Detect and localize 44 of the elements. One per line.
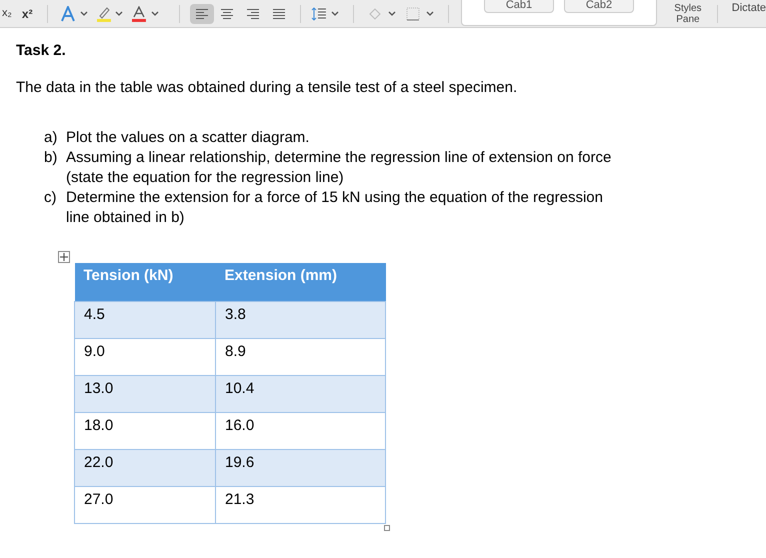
table-cell: 4.5 <box>74 301 216 338</box>
table-cell: 21.3 <box>216 486 386 523</box>
column-header: Extension (mm) <box>216 263 386 301</box>
align-left-icon[interactable] <box>195 8 210 20</box>
align-left-button[interactable] <box>190 4 214 24</box>
table-cell: 18.0 <box>74 412 216 449</box>
table-cell: 8.9 <box>216 338 386 375</box>
caret-icon <box>80 11 88 16</box>
question-label: c) <box>44 188 58 208</box>
borders-icon[interactable] <box>406 6 420 20</box>
question-label: b) <box>44 148 58 168</box>
dictate-button[interactable]: Dictate <box>732 0 766 17</box>
caret-icon <box>151 11 160 16</box>
superscript-button[interactable]: x² <box>22 4 33 22</box>
text-effects-icon[interactable] <box>60 6 76 22</box>
caret-icon <box>331 11 340 16</box>
table-cell: 9.0 <box>74 338 216 375</box>
subscript-button[interactable]: x₂ <box>2 5 16 22</box>
align-justify-icon[interactable] <box>272 8 286 20</box>
table-resize-handle[interactable] <box>384 524 390 530</box>
caret-icon <box>115 11 124 16</box>
table-cell: 13.0 <box>74 375 216 412</box>
table-cell: 22.0 <box>74 449 216 486</box>
question-text: Plot the values on a scatter diagram. <box>66 128 310 148</box>
intro-text: The data in the table was obtained during a tensile test of a steel specimen. <box>16 79 518 97</box>
styles-pane-button[interactable]: Styles Pane <box>669 2 707 24</box>
column-header: Tension (kN) <box>74 263 216 301</box>
align-center-icon[interactable] <box>220 8 234 20</box>
highlighter-icon[interactable] <box>96 6 112 22</box>
question-text: Determine the extension for a force of 15 kN using the equation of the regression line obtained in b) <box>66 188 604 228</box>
font-color-icon[interactable] <box>131 6 148 22</box>
align-right-icon[interactable] <box>246 8 260 20</box>
table-cell: 3.8 <box>216 301 386 338</box>
table-cell: 10.4 <box>216 375 386 412</box>
caret-icon <box>426 11 434 16</box>
caret-icon <box>388 11 396 16</box>
table-cell: 27.0 <box>74 486 216 523</box>
table-cell: 16.0 <box>216 412 386 449</box>
task-heading: Task 2. <box>16 42 67 60</box>
line-spacing-icon[interactable] <box>311 6 328 20</box>
question-text: Assuming a linear relationship, determine the regression line of extension on force (state the equation for the regression line) <box>66 148 612 188</box>
table-cell: 19.6 <box>216 449 386 486</box>
question-label: a) <box>44 128 58 148</box>
table-move-handle-icon[interactable] <box>58 251 70 263</box>
